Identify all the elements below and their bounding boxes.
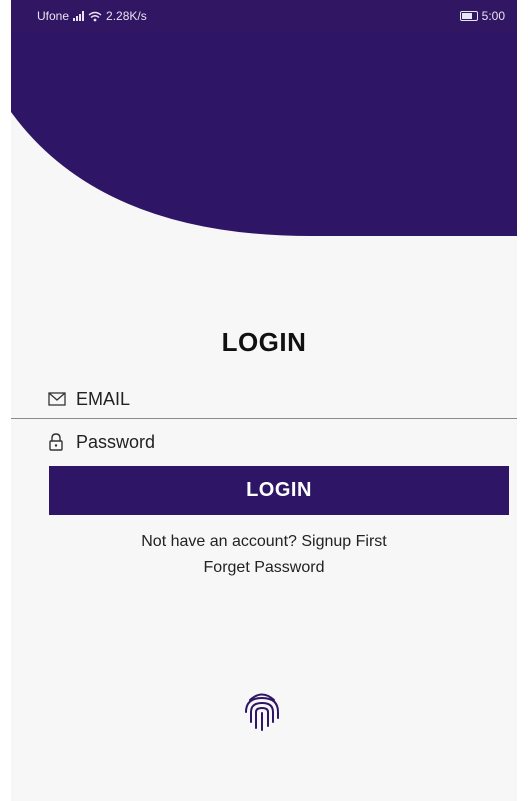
email-placeholder: EMAIL [76,388,131,409]
email-underline [11,418,517,419]
password-field[interactable]: Password [11,431,517,453]
password-placeholder: Password [76,431,156,452]
network-speed: 2.28K/s [106,9,147,23]
clock: 5:00 [481,9,505,23]
fingerprint-icon[interactable] [242,690,282,734]
status-left: Ufone 2.28K/s [37,9,147,23]
mail-icon [48,392,76,406]
wifi-icon [88,11,102,21]
page-title: LOGIN [221,327,307,357]
login-button[interactable]: LOGIN [49,466,509,515]
email-field[interactable]: EMAIL [11,388,517,410]
carrier-name: Ufone [37,9,70,23]
header-curve-shape [11,32,517,236]
status-right: 5:00 [459,9,505,23]
lock-icon [48,433,76,451]
signup-link[interactable]: Not have an account? Signup First [11,533,517,551]
login-screen: Ufone 2.28K/s 5:00 LOGIN EMAIL Password … [11,0,517,801]
battery-icon [459,11,478,21]
status-bar: Ufone 2.28K/s 5:00 [11,0,517,32]
signal-icon [73,11,85,21]
forget-password-link[interactable]: Forget Password [11,559,517,577]
